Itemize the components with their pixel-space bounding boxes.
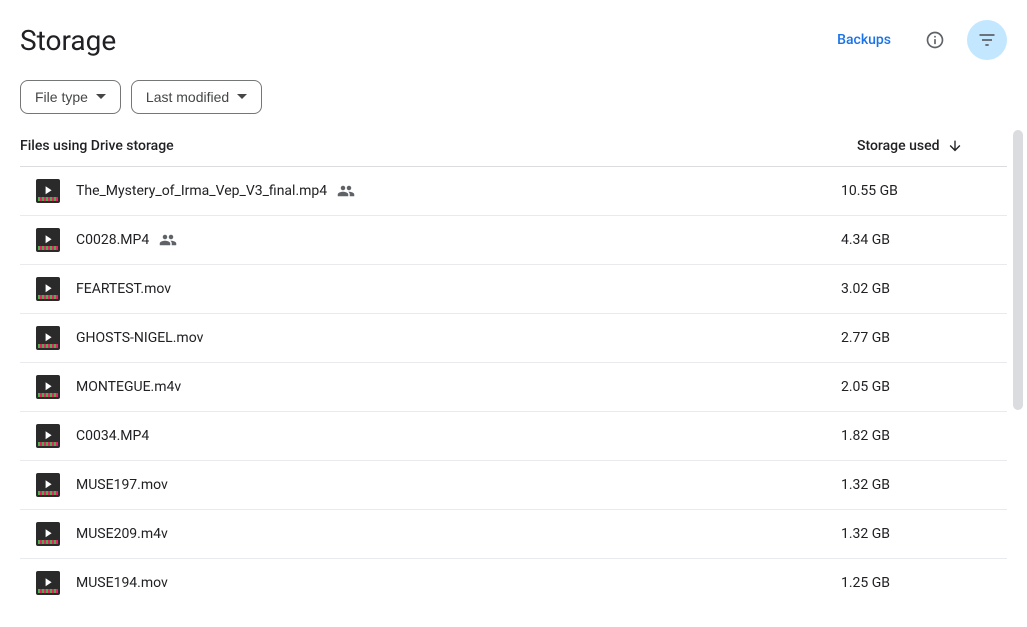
- file-size: 2.05 GB: [841, 379, 991, 395]
- file-row[interactable]: MUSE197.mov 1.32 GB: [20, 461, 1007, 510]
- video-file-icon: [36, 228, 60, 252]
- header: Storage Backups: [20, 20, 1007, 60]
- file-name-text: The_Mystery_of_Irma_Vep_V3_final.mp4: [76, 183, 327, 199]
- file-row[interactable]: MUSE209.m4v 1.32 GB: [20, 510, 1007, 559]
- info-icon: [925, 30, 945, 50]
- page-title: Storage: [20, 24, 116, 57]
- file-name: The_Mystery_of_Irma_Vep_V3_final.mp4: [76, 182, 841, 200]
- file-size: 2.77 GB: [841, 330, 991, 346]
- file-row[interactable]: MUSE194.mov 1.25 GB: [20, 559, 1007, 607]
- file-size: 1.32 GB: [841, 477, 991, 493]
- file-size: 4.34 GB: [841, 232, 991, 248]
- last-modified-label: Last modified: [146, 89, 229, 105]
- file-name: C0028.MP4: [76, 231, 841, 249]
- video-file-icon: [36, 375, 60, 399]
- shared-icon: [337, 182, 355, 200]
- scrollbar[interactable]: [1013, 130, 1023, 586]
- file-size: 10.55 GB: [841, 183, 991, 199]
- file-row[interactable]: The_Mystery_of_Irma_Vep_V3_final.mp4 10.5…: [20, 167, 1007, 216]
- file-name: C0034.MP4: [76, 428, 841, 444]
- file-name: MONTEGUE.m4v: [76, 379, 841, 395]
- file-name-text: MUSE197.mov: [76, 477, 168, 493]
- file-size: 1.82 GB: [841, 428, 991, 444]
- table-header: Files using Drive storage Storage used: [20, 138, 1007, 167]
- video-file-icon: [36, 424, 60, 448]
- video-file-icon: [36, 522, 60, 546]
- info-button[interactable]: [915, 20, 955, 60]
- file-name-text: GHOSTS-NIGEL.mov: [76, 330, 203, 346]
- file-name-text: MONTEGUE.m4v: [76, 379, 181, 395]
- video-file-icon: [36, 277, 60, 301]
- column-size-header[interactable]: Storage used: [857, 138, 1007, 154]
- file-list: The_Mystery_of_Irma_Vep_V3_final.mp4 10.5…: [20, 167, 1007, 607]
- file-name-text: FEARTEST.mov: [76, 281, 171, 297]
- file-name: MUSE194.mov: [76, 575, 841, 591]
- file-row[interactable]: C0028.MP4 4.34 GB: [20, 216, 1007, 265]
- filter-button[interactable]: [967, 20, 1007, 60]
- sort-descending-icon: [947, 138, 963, 154]
- column-name-header[interactable]: Files using Drive storage: [20, 138, 857, 154]
- file-name: FEARTEST.mov: [76, 281, 841, 297]
- video-file-icon: [36, 179, 60, 203]
- file-row[interactable]: C0034.MP4 1.82 GB: [20, 412, 1007, 461]
- column-size-label: Storage used: [857, 138, 939, 154]
- video-file-icon: [36, 326, 60, 350]
- file-name-text: MUSE209.m4v: [76, 526, 168, 542]
- file-row[interactable]: GHOSTS-NIGEL.mov 2.77 GB: [20, 314, 1007, 363]
- file-size: 1.25 GB: [841, 575, 991, 591]
- file-row[interactable]: MONTEGUE.m4v 2.05 GB: [20, 363, 1007, 412]
- filter-icon: [977, 30, 997, 50]
- shared-icon: [159, 231, 177, 249]
- video-file-icon: [36, 571, 60, 595]
- file-name-text: C0034.MP4: [76, 428, 149, 444]
- file-size: 1.32 GB: [841, 526, 991, 542]
- video-file-icon: [36, 473, 60, 497]
- file-row[interactable]: FEARTEST.mov 3.02 GB: [20, 265, 1007, 314]
- scrollbar-thumb[interactable]: [1013, 130, 1023, 410]
- file-name-text: C0028.MP4: [76, 232, 149, 248]
- file-name-text: MUSE194.mov: [76, 575, 168, 591]
- chevron-down-icon: [96, 92, 106, 102]
- chevron-down-icon: [237, 92, 247, 102]
- file-type-filter[interactable]: File type: [20, 80, 121, 114]
- header-actions: Backups: [825, 20, 1007, 60]
- file-name: GHOSTS-NIGEL.mov: [76, 330, 841, 346]
- filter-row: File type Last modified: [20, 80, 1007, 114]
- file-name: MUSE197.mov: [76, 477, 841, 493]
- last-modified-filter[interactable]: Last modified: [131, 80, 262, 114]
- file-size: 3.02 GB: [841, 281, 991, 297]
- file-name: MUSE209.m4v: [76, 526, 841, 542]
- file-type-label: File type: [35, 89, 88, 105]
- backups-link[interactable]: Backups: [825, 24, 903, 56]
